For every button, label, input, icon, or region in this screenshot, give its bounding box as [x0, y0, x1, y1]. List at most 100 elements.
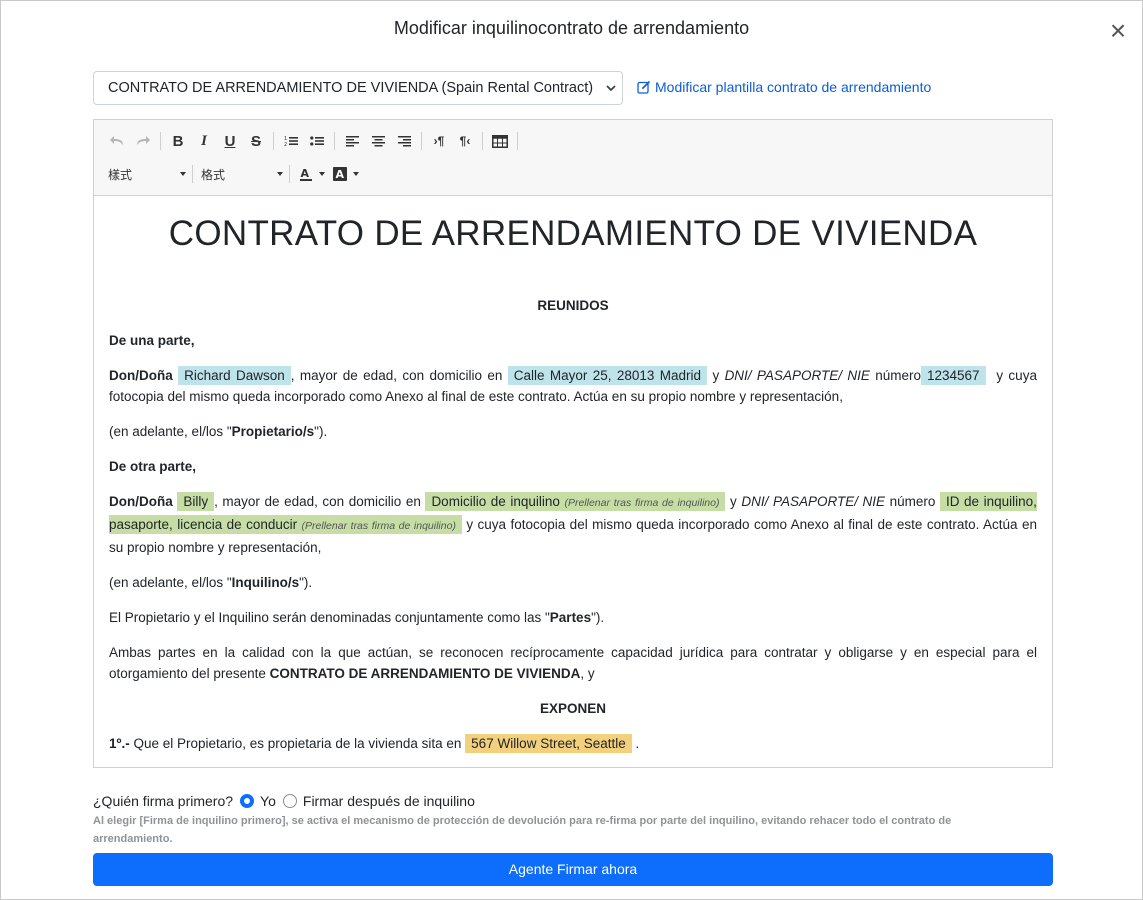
svg-text:A: A — [301, 167, 310, 180]
underline-icon[interactable]: U — [217, 129, 243, 153]
template-row: CONTRATO DE ARRENDAMIENTO DE VIVIENDA (S… — [93, 71, 1053, 105]
chevron-down-icon — [606, 85, 616, 92]
signer-help-text: Al elegir [Firma de inquilino primero], … — [93, 815, 952, 845]
ambas-paragraph: Ambas partes en la calidad con la que ac… — [109, 642, 1037, 684]
tenant-address-label: Domicilio de inquilino — [431, 494, 560, 509]
radio-label-after[interactable]: Firmar después de inquilino — [303, 793, 475, 809]
ordered-list-icon[interactable]: 12 — [278, 129, 304, 153]
toolbar-divider — [160, 132, 161, 150]
exponen-item-1: 1º.- Que el Propietario, es propietaria … — [109, 733, 1037, 754]
partes-paragraph: El Propietario y el Inquilino serán deno… — [109, 607, 1037, 628]
next-line-stub — [109, 764, 1037, 767]
landlord-name-field[interactable]: Richard Dawson — [178, 366, 291, 385]
svg-text:2: 2 — [284, 142, 287, 147]
toolbar-divider — [421, 132, 422, 150]
chevron-down-icon — [277, 172, 283, 176]
prefill-hint: (Prellenar tras firma de inquilino) — [564, 497, 720, 509]
text-run: , mayor de edad, con domicilio en — [290, 368, 503, 383]
strikethrough-icon[interactable]: S — [243, 129, 269, 153]
toolbar-row-2: 樣式 格式 A A — [104, 162, 362, 186]
bold-icon[interactable]: B — [165, 129, 191, 153]
text-run: (en adelante, el/los " — [109, 575, 232, 590]
italic-icon[interactable]: I — [191, 129, 217, 153]
de-otra-parte: De otra parte, — [109, 459, 197, 474]
text-run: "). — [314, 424, 328, 439]
bullet-list-icon[interactable] — [304, 129, 330, 153]
contract-modal: Modificar inquilinocontrato de arrendami… — [0, 0, 1143, 900]
format-dropdown[interactable]: 格式 — [197, 162, 285, 186]
radio-sign-me-first[interactable] — [240, 794, 255, 808]
document-title: CONTRATO DE ARRENDAMIENTO DE VIVIENDA — [168, 214, 978, 253]
toolbar-divider — [289, 165, 290, 183]
svg-text:A: A — [336, 168, 345, 181]
tenant-name-field[interactable]: Billy — [177, 492, 215, 511]
signer-order-row: ¿Quién firma primero? Yo Firmar después … — [93, 791, 475, 811]
section-heading-exponen: EXPONEN — [539, 701, 607, 716]
text-run: y — [730, 494, 737, 509]
radio-label-me[interactable]: Yo — [260, 793, 276, 809]
align-left-icon[interactable] — [339, 129, 365, 153]
dni-label: DNI/ PASAPORTE/ NIE — [741, 494, 886, 509]
toolbar-divider — [192, 165, 193, 183]
modal-title: Modificar inquilinocontrato de arrendami… — [393, 18, 750, 38]
rtl-icon[interactable]: ¶‹ — [452, 129, 478, 153]
signer-question: ¿Quién firma primero? — [93, 793, 234, 809]
close-icon[interactable]: × — [1106, 17, 1130, 45]
contract-name: CONTRATO DE ARRENDAMIENTO DE VIVIENDA — [269, 666, 581, 681]
template-select[interactable]: CONTRATO DE ARRENDAMIENTO DE VIVIENDA (S… — [93, 71, 623, 105]
toolbar-divider — [273, 132, 274, 150]
text-run: "). — [591, 610, 605, 625]
rich-text-editor: B I U S 12 ›¶ ¶‹ 樣式 格式 A A CONTRATO DE A… — [93, 119, 1053, 768]
de-una-parte: De una parte, — [109, 333, 195, 348]
landlord-alias: (en adelante, el/los "Propietario/s"). — [109, 421, 1037, 442]
toolbar-divider — [482, 132, 483, 150]
editor-toolbar: B I U S 12 ›¶ ¶‹ 樣式 格式 A A — [94, 120, 1052, 196]
editor-content[interactable]: CONTRATO DE ARRENDAMIENTO DE VIVIENDA RE… — [95, 197, 1051, 767]
table-icon[interactable] — [487, 129, 513, 153]
format-dropdown-label: 格式 — [201, 167, 226, 182]
text-run: número — [889, 494, 936, 509]
item-number: 1º.- — [109, 736, 130, 751]
landlord-address-field[interactable]: Calle Mayor 25, 28013 Madrid — [507, 366, 708, 385]
propietario-term: Propietario/s — [231, 424, 315, 439]
text-run: "). — [299, 575, 313, 590]
toolbar-divider — [517, 132, 518, 150]
style-dropdown[interactable]: 樣式 — [104, 162, 188, 186]
chevron-down-icon — [353, 172, 359, 176]
style-dropdown-label: 樣式 — [108, 167, 133, 182]
inquilino-term: Inquilino/s — [231, 575, 300, 590]
ltr-icon[interactable]: ›¶ — [426, 129, 452, 153]
text-run: , mayor de edad, con domicilio en — [214, 494, 421, 509]
undo-icon[interactable] — [104, 129, 130, 153]
landlord-paragraph: Don/Doña Richard Dawson, mayor de edad, … — [109, 365, 1037, 407]
don-dona-label: Don/Doña — [109, 494, 173, 509]
chevron-down-icon — [180, 172, 186, 176]
section-heading-reunidos: REUNIDOS — [537, 298, 609, 313]
tenant-alias: (en adelante, el/los "Inquilino/s"). — [109, 572, 1037, 593]
landlord-id-field[interactable]: 1234567 — [921, 366, 986, 385]
text-run: , y — [580, 666, 595, 681]
align-right-icon[interactable] — [391, 129, 417, 153]
template-select-value: CONTRATO DE ARRENDAMIENTO DE VIVIENDA (S… — [108, 80, 594, 96]
tenant-address-field[interactable]: Domicilio de inquilino (Prellenar tras f… — [425, 492, 726, 511]
edit-icon — [637, 80, 651, 94]
tenant-paragraph: Don/Doña Billy, mayor de edad, con domic… — [109, 491, 1037, 558]
toolbar-divider — [334, 132, 335, 150]
text-color-icon[interactable]: A — [294, 162, 328, 186]
align-center-icon[interactable] — [365, 129, 391, 153]
redo-icon[interactable] — [130, 129, 156, 153]
prefill-hint: (Prellenar tras firma de inquilino) — [301, 520, 456, 532]
sign-now-button[interactable]: Agente Firmar ahora — [93, 853, 1053, 886]
toolbar-row-1: B I U S 12 ›¶ ¶‹ — [104, 129, 522, 153]
text-run: . — [635, 736, 640, 751]
edit-template-link[interactable]: Modificar plantilla contrato de arrendam… — [637, 79, 931, 95]
property-address-field[interactable]: 567 Willow Street, Seattle — [465, 734, 632, 753]
dni-label: DNI/ PASAPORTE/ NIE — [724, 368, 870, 383]
edit-template-label: Modificar plantilla contrato de arrendam… — [655, 79, 932, 95]
bg-color-icon[interactable]: A — [328, 162, 362, 186]
text-run: número — [875, 368, 921, 383]
chevron-down-icon — [319, 172, 325, 176]
text-run: (en adelante, el/los " — [109, 424, 232, 439]
text-run: Que el Propietario, es propietaria de la… — [133, 736, 462, 751]
radio-sign-after-tenant[interactable] — [282, 794, 297, 808]
